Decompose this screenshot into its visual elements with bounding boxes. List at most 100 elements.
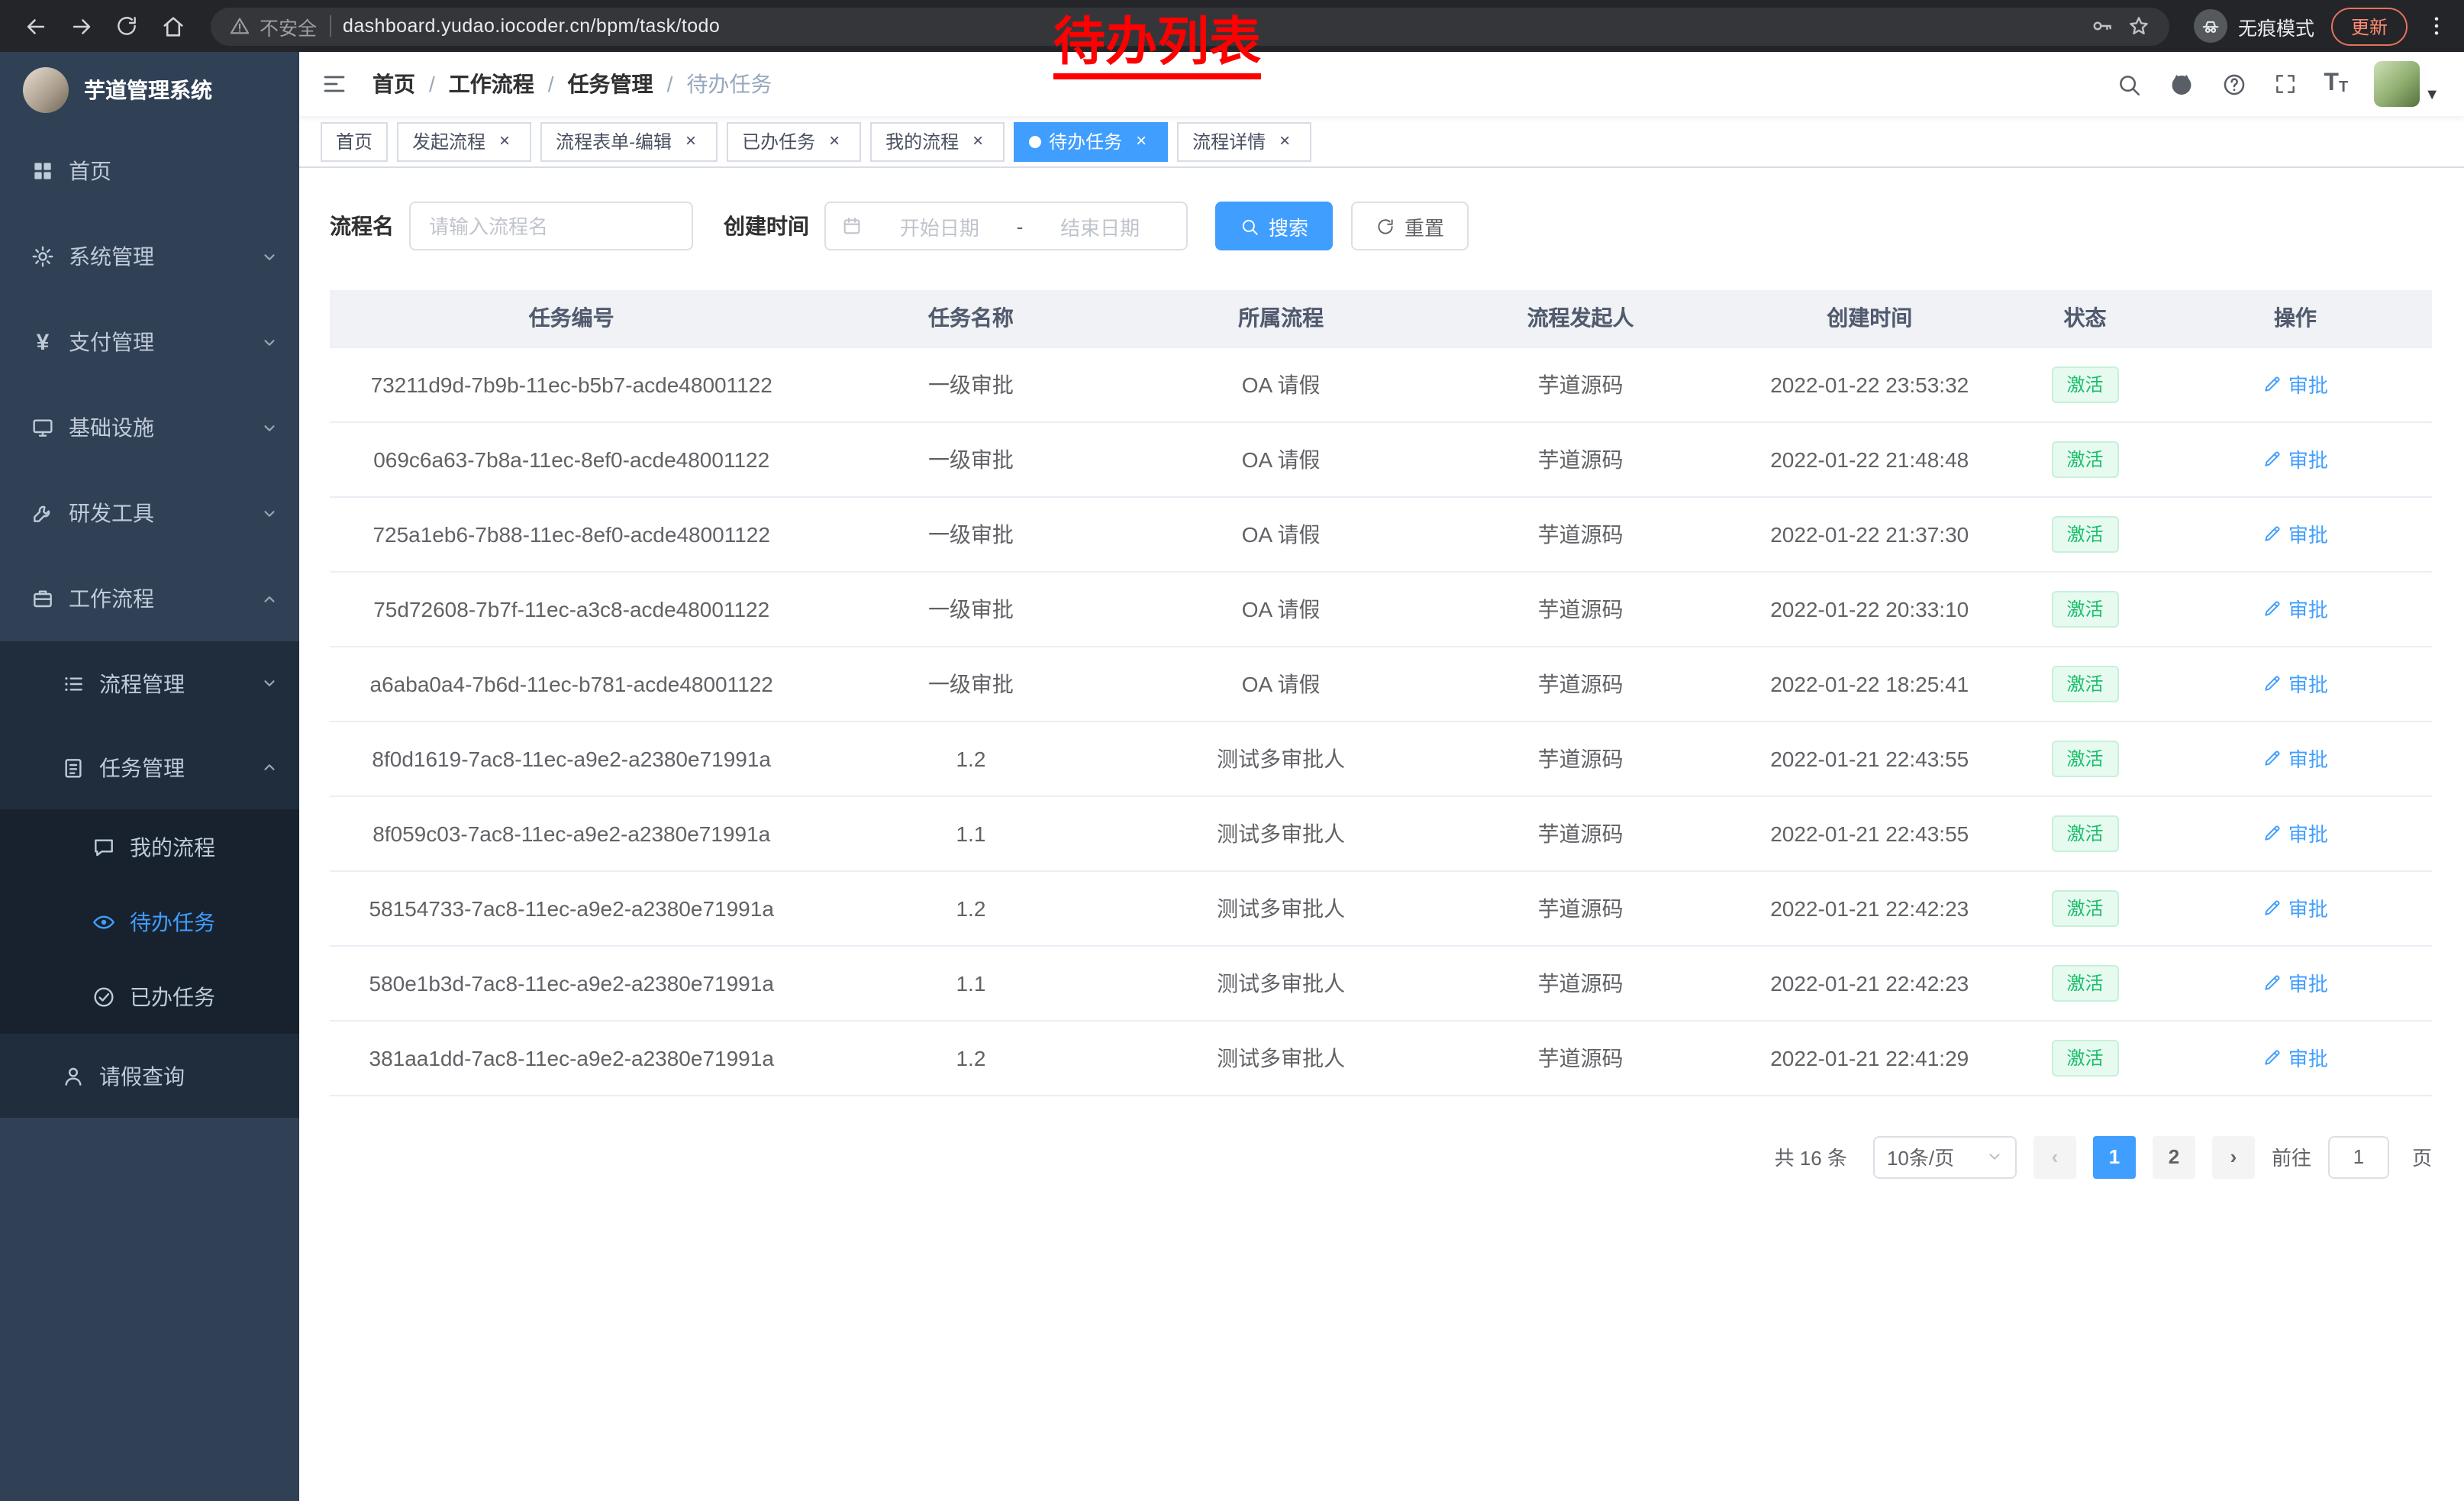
todo-task-table: 任务编号 任务名称 所属流程 流程发起人 创建时间 状态 操作 73211d9d… (330, 290, 2432, 1096)
approve-label: 审批 (2288, 968, 2328, 997)
sidebar-item-label: 请假查询 (99, 1060, 185, 1091)
sidebar-item-infrastructure[interactable]: 基础设施 (0, 385, 299, 470)
tags-bar: 首页 发起流程 × 流程表单-编辑 × 已办任务 × 我的流程 × (299, 116, 2464, 168)
approve-button[interactable]: 审批 (2262, 893, 2328, 922)
approve-button[interactable]: 审批 (2262, 519, 2328, 548)
approve-button[interactable]: 审批 (2262, 444, 2328, 473)
page-size-select[interactable]: 10条/页 (1873, 1135, 2017, 1178)
user-menu[interactable]: ▼ (2374, 61, 2440, 107)
browser-menu-button[interactable] (2424, 14, 2449, 38)
security-indicator[interactable]: 不安全 (229, 11, 317, 40)
header-search-button[interactable] (2116, 71, 2142, 97)
search-button-label: 搜索 (1269, 211, 1308, 240)
tab-label: 已办任务 (742, 128, 815, 154)
goto-label: 前往 (2272, 1142, 2311, 1171)
bookmark-button[interactable] (2127, 14, 2151, 38)
cell-initiator: 芋道源码 (1434, 646, 1728, 721)
table-row: 58154733-7ac8-11ec-a9e2-a2380e71991a 1.2… (330, 870, 2432, 945)
tab-label: 待办任务 (1049, 128, 1122, 154)
close-icon[interactable]: × (679, 130, 702, 153)
forward-button[interactable] (61, 6, 101, 46)
close-icon[interactable]: × (966, 130, 989, 153)
app-logo[interactable]: 芋道管理系统 (0, 52, 299, 128)
sidebar-item-my-process[interactable]: 我的流程 (0, 809, 299, 884)
tab-process-detail[interactable]: 流程详情 × (1177, 121, 1311, 161)
cell-task-name: 1.2 (813, 721, 1128, 796)
approve-button[interactable]: 审批 (2262, 1043, 2328, 1072)
sidebar-item-done-tasks[interactable]: 已办任务 (0, 959, 299, 1034)
approve-button[interactable]: 审批 (2262, 594, 2328, 623)
approve-label: 审批 (2288, 519, 2328, 548)
close-icon[interactable]: × (1130, 130, 1153, 153)
refresh-button[interactable] (107, 6, 147, 46)
close-icon[interactable]: × (1273, 130, 1296, 153)
approve-label: 审批 (2288, 370, 2328, 399)
active-tab-dot (1029, 135, 1041, 147)
docs-help-button[interactable] (2221, 71, 2247, 97)
page-button-1[interactable]: 1 (2093, 1135, 2136, 1178)
close-icon[interactable]: × (493, 130, 516, 153)
fullscreen-button[interactable] (2273, 72, 2298, 96)
breadcrumb-workflow[interactable]: 工作流程 (449, 69, 534, 99)
approve-label: 审批 (2288, 594, 2328, 623)
home-button[interactable] (153, 6, 192, 46)
create-time-label: 创建时间 (724, 211, 809, 241)
sidebar-item-task-management[interactable]: 任务管理 (0, 725, 299, 809)
tab-done-tasks[interactable]: 已办任务 × (727, 121, 861, 161)
approve-button[interactable]: 审批 (2262, 669, 2328, 698)
check-circle-icon (92, 984, 116, 1009)
next-page-button[interactable]: › (2212, 1135, 2255, 1178)
tab-process-form-edit[interactable]: 流程表单-编辑 × (540, 121, 718, 161)
github-link[interactable] (2168, 70, 2195, 98)
update-button[interactable]: 更新 (2331, 7, 2408, 45)
breadcrumb-home[interactable]: 首页 (373, 69, 415, 99)
sidebar-item-workflow[interactable]: 工作流程 (0, 556, 299, 641)
sidebar-item-process-management[interactable]: 流程管理 (0, 641, 299, 725)
breadcrumb-separator: / (548, 72, 554, 96)
incognito-icon-wrap (2194, 9, 2227, 43)
password-key-button[interactable] (2090, 14, 2114, 38)
reset-button[interactable]: 重置 (1351, 202, 1469, 250)
approve-button[interactable]: 审批 (2262, 818, 2328, 847)
date-range-picker[interactable]: 开始日期 - 结束日期 (824, 202, 1188, 250)
calendar-icon (841, 215, 863, 237)
process-name-input[interactable] (409, 202, 693, 250)
date-range-separator: - (1017, 215, 1024, 237)
close-icon[interactable]: × (823, 130, 846, 153)
page-button-2[interactable]: 2 (2153, 1135, 2195, 1178)
edit-icon (2262, 898, 2282, 918)
sidebar-item-payment[interactable]: ¥ 支付管理 (0, 299, 299, 385)
tab-my-process[interactable]: 我的流程 × (870, 121, 1005, 161)
chevron-down-icon (261, 675, 278, 692)
cell-task-name: 1.1 (813, 796, 1128, 870)
approve-button[interactable]: 审批 (2262, 968, 2328, 997)
table-row: 069c6a63-7b8a-11ec-8ef0-acde48001122 一级审… (330, 421, 2432, 496)
address-bar[interactable]: 不安全 dashboard.yudao.iocoder.cn/bpm/task/… (211, 7, 2169, 45)
sidebar-item-system[interactable]: 系统管理 (0, 214, 299, 299)
tab-todo-tasks[interactable]: 待办任务 × (1014, 121, 1168, 161)
approve-button[interactable]: 审批 (2262, 744, 2328, 773)
edit-icon (2262, 524, 2282, 544)
sidebar-item-todo-tasks[interactable]: 待办任务 (0, 884, 299, 959)
breadcrumb-task-management[interactable]: 任务管理 (568, 69, 653, 99)
edit-icon (2262, 1047, 2282, 1067)
sidebar-toggle-button[interactable] (321, 70, 348, 98)
sidebar-item-dev-tools[interactable]: 研发工具 (0, 470, 299, 556)
back-button[interactable] (15, 6, 55, 46)
table-body: 73211d9d-7b9b-11ec-b5b7-acde48001122 一级审… (330, 347, 2432, 1095)
approve-button[interactable]: 审批 (2262, 370, 2328, 399)
screen: 不安全 dashboard.yudao.iocoder.cn/bpm/task/… (0, 0, 2464, 1501)
clipboard-icon (61, 755, 85, 780)
cell-process: OA 请假 (1129, 496, 1434, 571)
search-button[interactable]: 搜索 (1215, 202, 1333, 250)
chevron-down-icon (261, 248, 278, 265)
cell-created: 2022-01-21 22:43:55 (1727, 721, 2011, 796)
prev-page-button[interactable]: ‹ (2033, 1135, 2076, 1178)
goto-page-input[interactable] (2328, 1135, 2389, 1178)
caret-down-icon: ▼ (2424, 89, 2440, 104)
sidebar-item-leave-query[interactable]: 请假查询 (0, 1034, 299, 1118)
tab-launch-process[interactable]: 发起流程 × (397, 121, 531, 161)
tab-home[interactable]: 首页 (321, 121, 388, 161)
sidebar-item-home[interactable]: 首页 (0, 128, 299, 214)
font-size-button[interactable]: TT (2324, 72, 2348, 96)
